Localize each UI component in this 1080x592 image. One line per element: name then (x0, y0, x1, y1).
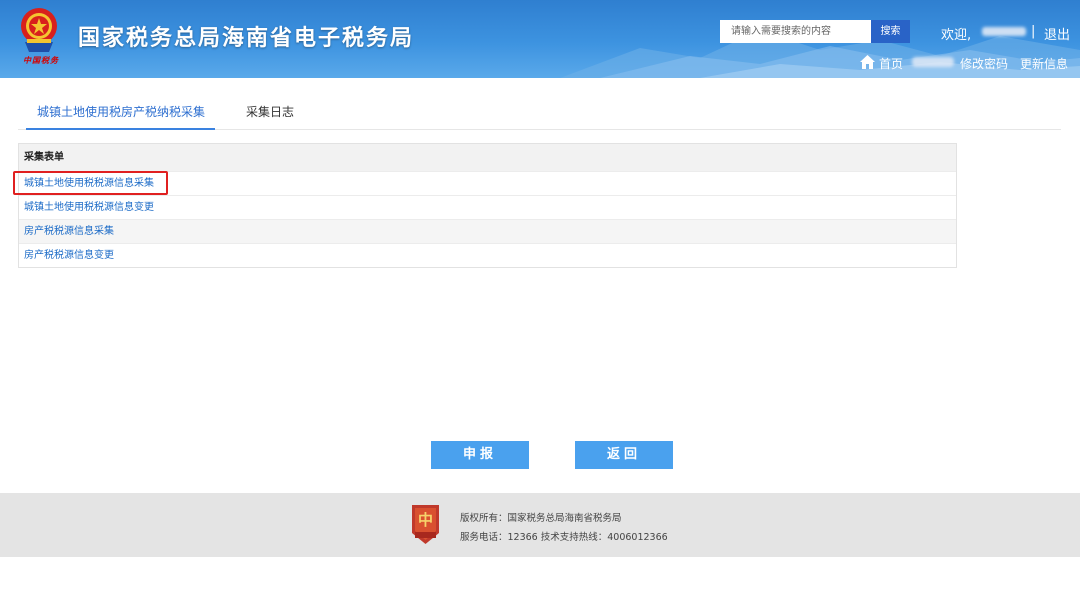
land-use-tax-source-collect-link[interactable]: 城镇土地使用税税源信息采集 (24, 178, 154, 189)
collection-form-table: 采集表单 城镇土地使用税税源信息采集 城镇土地使用税税源信息变更 房产税税源信息… (18, 143, 957, 268)
property-tax-source-collect-link[interactable]: 房产税税源信息采集 (24, 226, 114, 237)
active-tab-indicator (26, 128, 215, 130)
svg-text:中: 中 (418, 511, 433, 529)
search-input[interactable] (720, 20, 871, 43)
back-button[interactable]: 返回 (575, 441, 673, 469)
update-info-link[interactable]: 更新信息 (1020, 55, 1068, 72)
home-link[interactable]: 首页 (879, 55, 903, 72)
site-footer (0, 493, 1080, 557)
table-row: 房产税税源信息变更 (19, 243, 956, 267)
separator: | (1031, 24, 1036, 39)
home-icon[interactable] (860, 55, 875, 69)
redacted-info (912, 57, 954, 67)
property-tax-source-change-link[interactable]: 房产税税源信息变更 (24, 250, 114, 261)
site-header: 中国税务 国家税务总局海南省电子税务局 搜索 欢迎, | 退出 首页 修改密码 … (0, 0, 1080, 78)
tab-tax-collection[interactable]: 城镇土地使用税房产税纳税采集 (37, 103, 205, 120)
submit-button[interactable]: 申报 (431, 441, 529, 469)
table-row: 房产税税源信息采集 (19, 219, 956, 243)
search-button[interactable]: 搜索 (871, 20, 910, 43)
change-password-link[interactable]: 修改密码 (960, 55, 1008, 72)
land-use-tax-source-change-link[interactable]: 城镇土地使用税税源信息变更 (24, 202, 154, 213)
tax-service-logo-icon: 中 (412, 505, 439, 544)
welcome-text: 欢迎, (941, 28, 972, 43)
table-row: 城镇土地使用税税源信息变更 (19, 195, 956, 219)
seal-text: 中国税务 (23, 55, 59, 65)
site-title: 国家税务总局海南省电子税务局 (78, 26, 415, 51)
copyright-text: 版权所有：国家税务总局海南省税务局 (460, 513, 622, 524)
table-row: 城镇土地使用税税源信息采集 (19, 171, 956, 195)
table-header: 采集表单 (19, 144, 956, 171)
username-redacted (982, 27, 1026, 36)
contact-text: 服务电话：12366 技术支持热线：4006012366 (460, 532, 668, 543)
logout-link[interactable]: 退出 (1044, 24, 1070, 43)
national-emblem-icon (21, 8, 57, 52)
tab-collection-log[interactable]: 采集日志 (246, 103, 294, 120)
